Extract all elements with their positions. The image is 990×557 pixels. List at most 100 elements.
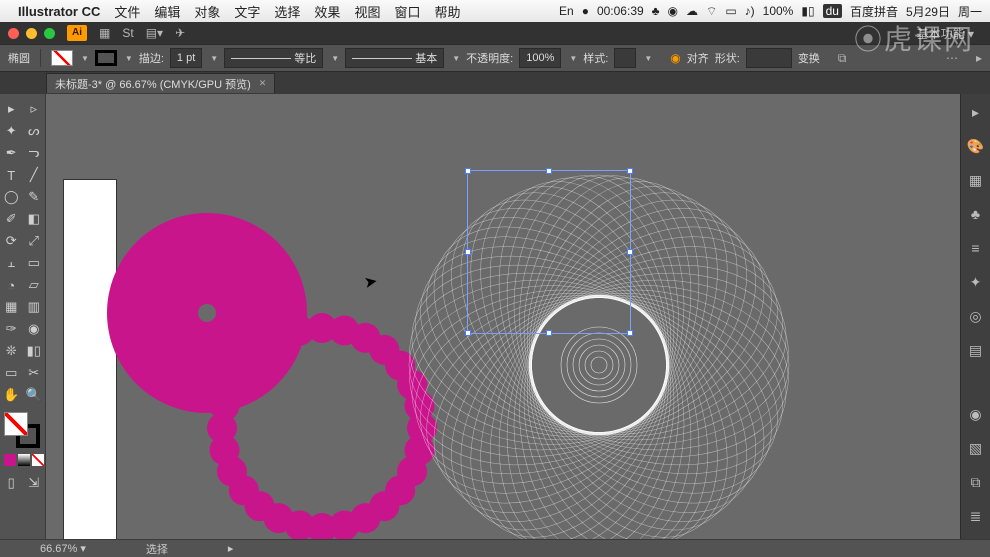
battery-icon[interactable]: ▮▯: [801, 4, 814, 18]
align-label[interactable]: 对齐: [687, 50, 709, 66]
menu-type[interactable]: 文字: [234, 2, 260, 21]
screen-mode-normal[interactable]: ▯: [0, 472, 23, 494]
symbol-sprayer-tool[interactable]: ❊: [0, 340, 23, 362]
properties-panel-icon[interactable]: ▸: [966, 102, 986, 122]
canvas[interactable]: ➤: [46, 94, 960, 539]
paintbrush-tool[interactable]: ✎: [23, 186, 46, 208]
screen-mode-toggle[interactable]: ⇲: [23, 472, 46, 494]
status-mode[interactable]: 选择: [146, 541, 168, 557]
wifi-icon[interactable]: ⌔: [706, 4, 717, 19]
blend-tool[interactable]: ◉: [23, 318, 46, 340]
menu-window[interactable]: 窗口: [394, 2, 420, 21]
workspace-switcher[interactable]: 基本功能 ▾: [917, 25, 974, 42]
curvature-tool[interactable]: ᓓ: [23, 142, 46, 164]
eye-icon[interactable]: ◉: [668, 4, 678, 18]
stroke-panel-icon[interactable]: ◎: [966, 306, 986, 326]
notification-icon[interactable]: ♣: [652, 4, 660, 18]
none-mode-swatch[interactable]: [32, 454, 44, 466]
gradient-panel-icon[interactable]: ▤: [966, 340, 986, 360]
symbols-panel-icon[interactable]: ✦: [966, 272, 986, 292]
stroke-weight-input[interactable]: 1 pt: [170, 48, 202, 68]
magic-wand-tool[interactable]: ✦: [0, 120, 23, 142]
graphic-style[interactable]: [614, 48, 636, 68]
status-day: 周一: [958, 3, 982, 20]
arrange-docs-icon[interactable]: ▤▾: [146, 26, 163, 40]
shape-field[interactable]: [746, 48, 792, 68]
window-close-button[interactable]: [8, 28, 19, 39]
opacity-input[interactable]: 100%: [519, 48, 561, 68]
shape-builder-tool[interactable]: ◔: [0, 274, 23, 296]
transform-label[interactable]: 变换: [798, 50, 820, 66]
zoom-level[interactable]: 66.67% ▾: [40, 542, 86, 555]
menu-object[interactable]: 对象: [194, 2, 220, 21]
lasso-tool[interactable]: ᔕ: [23, 120, 46, 142]
menu-edit[interactable]: 编辑: [154, 2, 180, 21]
menu-effect[interactable]: 效果: [314, 2, 340, 21]
document-tab[interactable]: 未标题-3* @ 66.67% (CMYK/GPU 预览) ✕: [46, 73, 275, 93]
control-bar-menu-icon[interactable]: ⋯: [946, 51, 958, 65]
cloud-icon[interactable]: ☁: [686, 4, 698, 18]
du-icon[interactable]: du: [823, 4, 842, 18]
eyedropper-tool[interactable]: ✑: [0, 318, 23, 340]
width-tool[interactable]: ⫠: [0, 252, 23, 274]
menu-help[interactable]: 帮助: [434, 2, 460, 21]
fill-stroke-swatch[interactable]: [4, 412, 40, 448]
direct-selection-tool[interactable]: ▹: [23, 98, 46, 120]
volume-icon[interactable]: ♪): [745, 4, 755, 18]
status-ime[interactable]: 百度拼音: [850, 3, 898, 20]
libraries-panel-icon[interactable]: ⧉: [966, 472, 986, 492]
status-lang[interactable]: En: [559, 4, 574, 18]
fill-color-swatch[interactable]: [4, 412, 28, 436]
fill-swatch[interactable]: [51, 50, 73, 66]
graphic-styles-panel-icon[interactable]: ▧: [966, 438, 986, 458]
window-minimize-button[interactable]: [26, 28, 37, 39]
display-icon[interactable]: ▭: [725, 4, 736, 18]
scale-tool[interactable]: ⤢: [23, 230, 46, 252]
gradient-mode-swatch[interactable]: [18, 454, 30, 466]
swatches-panel-icon[interactable]: ▦: [966, 170, 986, 190]
menu-file[interactable]: 文件: [114, 2, 140, 21]
mesh-tool[interactable]: ▦: [0, 296, 23, 318]
color-mode-swatch[interactable]: [4, 454, 16, 466]
flower-shape[interactable]: [92, 198, 322, 428]
ellipse-tool[interactable]: ◯: [0, 186, 23, 208]
color-panel-icon[interactable]: 🎨: [966, 136, 986, 156]
appearance-panel-icon[interactable]: ◉: [966, 404, 986, 424]
gpu-icon[interactable]: ✈: [175, 26, 185, 40]
status-nav-icon[interactable]: ▸: [228, 542, 234, 555]
opacity-label: 不透明度:: [466, 50, 513, 66]
variable-width-profile[interactable]: 等比: [224, 48, 323, 68]
eraser-tool[interactable]: ◧: [23, 208, 46, 230]
layers-panel-icon[interactable]: ≣: [966, 506, 986, 526]
recolor-icon[interactable]: ◉: [670, 51, 680, 65]
slice-tool[interactable]: ✂: [23, 362, 46, 384]
bridge-icon[interactable]: ▦: [99, 26, 110, 40]
shape-label[interactable]: 形状:: [715, 50, 740, 66]
column-graph-tool[interactable]: ▮▯: [23, 340, 46, 362]
isolate-icon[interactable]: ⧉: [838, 51, 847, 66]
perspective-tool[interactable]: ▱: [23, 274, 46, 296]
selection-bounding-box[interactable]: [467, 170, 631, 334]
stock-icon[interactable]: St: [122, 26, 133, 40]
line-tool[interactable]: ╱: [23, 164, 46, 186]
window-zoom-button[interactable]: [44, 28, 55, 39]
panel-collapse-icon[interactable]: ▸: [976, 51, 982, 65]
type-tool[interactable]: T: [0, 164, 23, 186]
hand-tool[interactable]: ✋: [0, 384, 23, 406]
artboard-tool[interactable]: ▭: [0, 362, 23, 384]
close-tab-icon[interactable]: ✕: [259, 78, 267, 89]
app-name[interactable]: Illustrator CC: [18, 4, 100, 19]
pen-tool[interactable]: ✒: [0, 142, 23, 164]
free-transform-tool[interactable]: ▭: [23, 252, 46, 274]
zoom-tool[interactable]: 🔍: [23, 384, 46, 406]
brush-definition[interactable]: 基本: [345, 48, 444, 68]
rotate-tool[interactable]: ⟳: [0, 230, 23, 252]
selection-tool[interactable]: ▸: [0, 98, 23, 120]
brushes-panel-icon[interactable]: ≡: [966, 238, 986, 258]
menu-select[interactable]: 选择: [274, 2, 300, 21]
stroke-swatch[interactable]: [95, 50, 117, 66]
color-guide-panel-icon[interactable]: ♣: [966, 204, 986, 224]
menu-view[interactable]: 视图: [354, 2, 380, 21]
gradient-tool[interactable]: ▥: [23, 296, 46, 318]
shaper-tool[interactable]: ✐: [0, 208, 23, 230]
